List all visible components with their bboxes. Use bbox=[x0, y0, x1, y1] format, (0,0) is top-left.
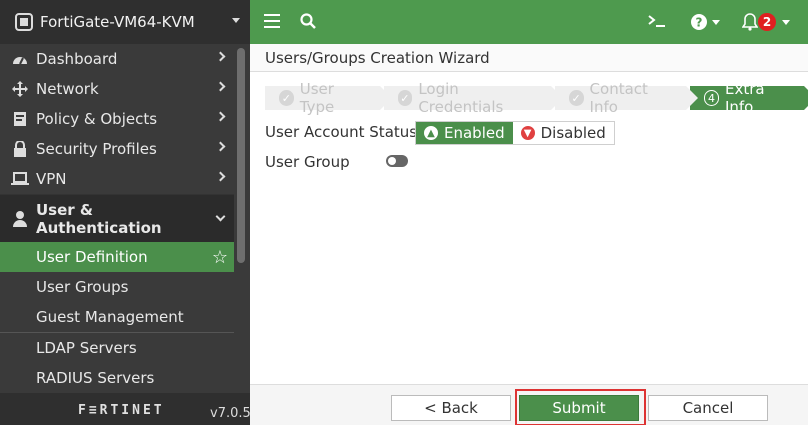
hamburger-menu-icon[interactable] bbox=[264, 14, 280, 28]
chevron-right-icon bbox=[215, 81, 226, 92]
lock-icon bbox=[10, 141, 30, 157]
chevron-right-icon bbox=[215, 141, 226, 152]
wizard-footer: < Back Submit Cancel bbox=[250, 384, 808, 425]
step-label: Extra Info bbox=[724, 80, 765, 116]
account-status-toggle: ▲ Enabled ▼ Disabled bbox=[415, 121, 615, 145]
sidebar-item-vpn[interactable]: VPN bbox=[0, 164, 234, 194]
sidebar-section-user-authentication[interactable]: User & Authentication bbox=[0, 194, 234, 242]
wizard-step-contact-info[interactable]: ✓ Contact Info bbox=[554, 80, 699, 116]
chevron-right-icon bbox=[215, 171, 226, 182]
chevron-down-icon[interactable] bbox=[712, 20, 720, 25]
notification-badge: 2 bbox=[758, 13, 776, 31]
cli-console-icon[interactable] bbox=[648, 14, 666, 28]
wizard-step-extra-info[interactable]: 4 Extra Info bbox=[690, 80, 808, 116]
sidebar-subitem-guest-management[interactable]: Guest Management bbox=[0, 302, 234, 332]
arrow-down-icon: ▼ bbox=[520, 126, 535, 140]
check-icon: ✓ bbox=[568, 90, 584, 106]
sidebar-item-label: VPN bbox=[36, 170, 67, 188]
wizard-step-user-type[interactable]: ✓ User Type bbox=[265, 80, 391, 116]
sidebar-item-label: Dashboard bbox=[36, 50, 118, 68]
sidebar: FortiGate-VM64-KVM Dashboard Network Pol… bbox=[0, 0, 251, 425]
device-selector[interactable]: FortiGate-VM64-KVM bbox=[0, 0, 250, 44]
sidebar-subitem-label: LDAP Servers bbox=[36, 339, 137, 357]
step-label: Contact Info bbox=[589, 80, 648, 116]
step-label: Login Credentials bbox=[418, 80, 504, 116]
device-name: FortiGate-VM64-KVM bbox=[40, 13, 195, 31]
wizard-steps: ✓ User Type ✓ Login Credentials ✓ Contac… bbox=[265, 80, 808, 116]
policy-icon bbox=[10, 111, 30, 127]
sidebar-section-label: User & Authentication bbox=[36, 200, 162, 237]
submit-button[interactable]: Submit bbox=[519, 395, 639, 421]
sidebar-subitem-radius-servers[interactable]: RADIUS Servers bbox=[0, 363, 234, 393]
account-status-label: User Account Status bbox=[265, 123, 418, 141]
back-button[interactable]: < Back bbox=[391, 395, 511, 421]
network-icon bbox=[10, 81, 30, 97]
main-content: Users/Groups Creation Wizard ✓ User Type… bbox=[250, 44, 808, 425]
step-number: 4 bbox=[704, 90, 719, 106]
laptop-icon bbox=[10, 171, 30, 187]
sidebar-item-label: Policy & Objects bbox=[36, 110, 158, 128]
dashboard-icon bbox=[10, 51, 30, 67]
page-title: Users/Groups Creation Wizard bbox=[250, 44, 808, 72]
sidebar-subitem-label: User Definition bbox=[36, 248, 148, 266]
sidebar-item-security-profiles[interactable]: Security Profiles bbox=[0, 134, 234, 164]
disabled-label: Disabled bbox=[540, 124, 606, 142]
star-icon[interactable]: ☆ bbox=[212, 247, 228, 268]
help-icon[interactable]: ? bbox=[690, 13, 708, 31]
sidebar-subitem-ldap-servers[interactable]: LDAP Servers bbox=[0, 333, 234, 363]
user-group-label: User Group bbox=[265, 153, 350, 171]
chevron-down-icon bbox=[215, 211, 226, 222]
check-icon: ✓ bbox=[397, 90, 413, 106]
cancel-button[interactable]: Cancel bbox=[648, 395, 768, 421]
sidebar-item-policy-objects[interactable]: Policy & Objects bbox=[0, 104, 234, 134]
chevron-right-icon bbox=[215, 111, 226, 122]
top-bar: ? 2 bbox=[250, 0, 808, 44]
arrow-up-icon: ▲ bbox=[424, 126, 438, 140]
sidebar-scrollbar[interactable] bbox=[237, 48, 245, 263]
sidebar-item-dashboard[interactable]: Dashboard bbox=[0, 44, 234, 74]
sidebar-subitem-user-definition[interactable]: User Definition ☆ bbox=[0, 242, 234, 272]
step-label: User Type bbox=[299, 80, 335, 116]
sidebar-subitem-label: Guest Management bbox=[36, 308, 184, 326]
chevron-down-icon bbox=[232, 18, 240, 23]
chevron-right-icon bbox=[215, 51, 226, 62]
enabled-label: Enabled bbox=[444, 124, 505, 142]
sidebar-item-network[interactable]: Network bbox=[0, 74, 234, 104]
sidebar-subitem-user-groups[interactable]: User Groups bbox=[0, 272, 234, 302]
disabled-option[interactable]: ▼ Disabled bbox=[512, 122, 614, 144]
bell-icon[interactable] bbox=[742, 13, 758, 31]
search-icon[interactable] bbox=[300, 13, 316, 29]
enabled-option[interactable]: ▲ Enabled bbox=[416, 122, 513, 144]
wizard-step-login-credentials[interactable]: ✓ Login Credentials bbox=[383, 80, 564, 116]
sidebar-item-label: Security Profiles bbox=[36, 140, 157, 158]
sidebar-footer: F≡RTINET v7.0.5 bbox=[0, 393, 251, 425]
nav-menu: Dashboard Network Policy & Objects Secur… bbox=[0, 44, 234, 393]
sidebar-item-label: Network bbox=[36, 80, 99, 98]
fortinet-logo: F≡RTINET bbox=[78, 403, 165, 418]
version-label: v7.0.5 bbox=[210, 406, 251, 421]
check-icon: ✓ bbox=[279, 90, 294, 106]
svg-text:?: ? bbox=[696, 16, 703, 30]
user-group-toggle[interactable] bbox=[386, 155, 408, 167]
sidebar-subitem-label: User Groups bbox=[36, 278, 129, 296]
user-icon bbox=[10, 210, 30, 227]
sidebar-subitem-label: RADIUS Servers bbox=[36, 369, 155, 387]
chevron-down-icon[interactable] bbox=[782, 20, 790, 25]
device-icon bbox=[14, 12, 34, 32]
